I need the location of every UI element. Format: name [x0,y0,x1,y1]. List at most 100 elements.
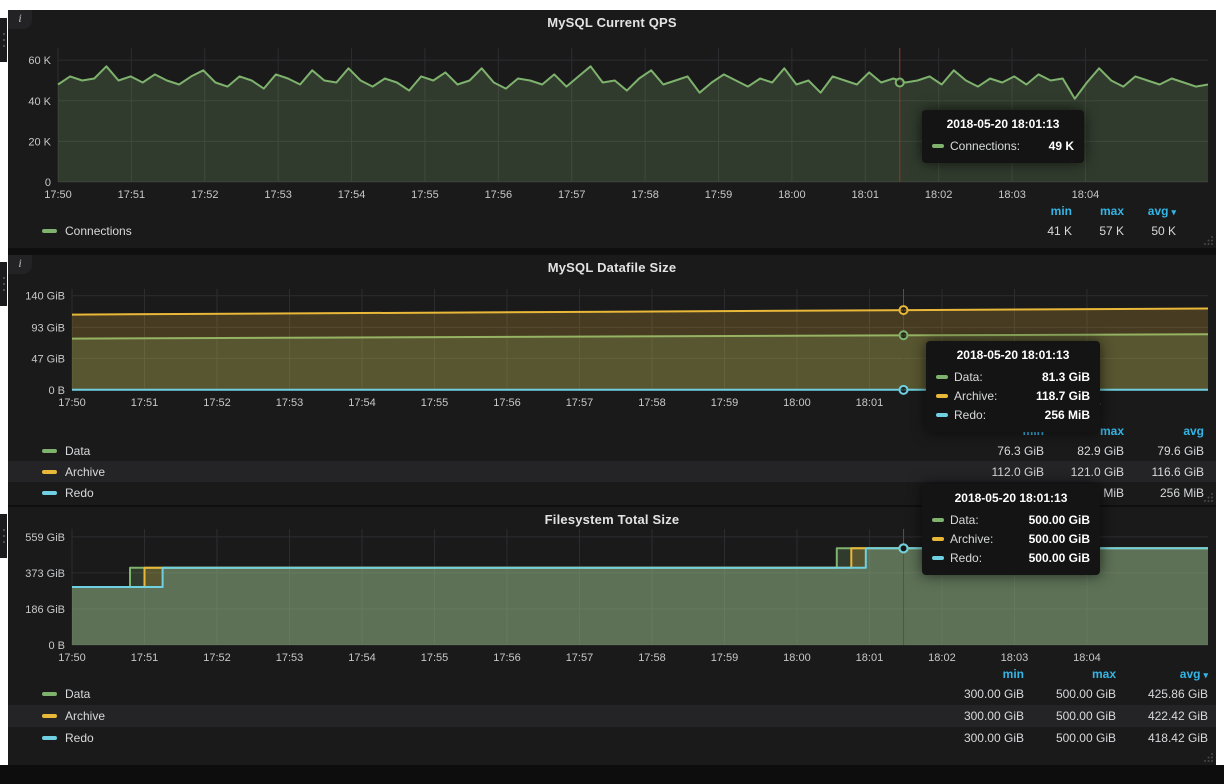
series-color-dash-icon[interactable] [42,449,57,453]
series-color-dash-icon [932,518,944,522]
legend-series-name[interactable]: Redo [65,486,94,500]
x-axis-tick-label: 17:51 [131,652,159,664]
x-axis-tick-label: 17:52 [191,189,219,201]
legend-header-avg[interactable]: avg [1124,424,1204,438]
x-axis-tick-label: 18:03 [998,189,1026,201]
row-drag-handle[interactable] [0,262,7,306]
legend-min-value: 300.00 GiB [932,709,1024,723]
legend-series-name[interactable]: Archive [65,465,105,479]
series-color-dash-icon [932,537,944,541]
graph-tooltip: 2018-05-20 18:01:13Data:81.3 GiBArchive:… [926,341,1100,432]
legend-avg-value: 50 K [1124,224,1176,238]
legend-header-max[interactable]: max [1072,204,1124,218]
x-axis-tick-label: 18:02 [928,652,956,664]
legend-max-value: 121.0 GiB [1044,465,1124,479]
crosshair-marker [896,79,904,87]
tooltip-series-row: Archive:118.7 GiB [936,386,1090,405]
legend-avg-value: 422.42 GiB [1116,709,1208,723]
tooltip-series-name: Redo: [954,408,986,422]
legend-series-name[interactable]: Redo [65,731,94,745]
tooltip-series-row: Redo: 256 MiB [936,405,1090,424]
legend-avg-value: 256 MiB [1124,486,1204,500]
tooltip-series-name: Archive: [954,389,997,403]
x-axis-tick-label: 17:55 [411,189,439,201]
y-axis-tick-label: 140 GiB [25,291,65,303]
x-axis-tick-label: 17:59 [705,189,733,201]
tooltip-series-value: 49 K [1035,139,1074,153]
panel-resize-grip-icon[interactable] [1203,492,1214,503]
panel-resize-grip-icon[interactable] [1203,235,1214,246]
legend-max-value: 500.00 GiB [1024,709,1116,723]
legend-series-name[interactable]: Data [65,687,90,701]
series-color-dash-icon[interactable] [42,736,57,740]
legend-header-min[interactable]: min [1020,204,1072,218]
tooltip-series-name: Connections: [950,139,1020,153]
dashboard-footer-strip [0,765,1224,784]
y-axis-tick-label: 47 GiB [31,353,65,365]
y-axis-tick-label: 0 B [48,640,65,652]
legend-avg-value: 79.6 GiB [1124,444,1204,458]
legend-header-max[interactable]: max [1024,667,1116,681]
x-axis-tick-label: 18:01 [856,652,884,664]
legend-max-value: 57 K [1072,224,1124,238]
series-color-dash-icon[interactable] [42,491,57,495]
legend-series-name[interactable]: Archive [65,709,105,723]
legend-max-value: 82.9 GiB [1044,444,1124,458]
x-axis-tick-label: 18:02 [925,189,953,201]
panel-resize-grip-icon[interactable] [1203,752,1214,763]
legend-row-data: Data 300.00 GiB500.00 GiB425.86 GiB [8,683,1216,705]
sort-caret-icon: ▾ [1203,670,1208,680]
x-axis-tick-label: 17:53 [276,397,304,409]
crosshair-marker [900,306,908,314]
tooltip-series-name: Data: [950,513,979,527]
legend-avg-value: 425.86 GiB [1116,687,1208,701]
legend-row-data: Data 76.3 GiB82.9 GiB79.6 GiB [8,440,1216,461]
legend-row-archive: Archive112.0 GiB121.0 GiB116.6 GiB [8,461,1216,482]
graph-tooltip: 2018-05-20 18:01:13Connections:49 K [922,110,1084,163]
y-axis-tick-label: 0 [45,177,51,189]
x-axis-tick-label: 17:50 [58,652,86,664]
series-color-dash-icon[interactable] [42,229,57,233]
tooltip-series-value: 256 MiB [1031,408,1090,422]
x-axis-tick-label: 17:50 [44,189,72,201]
x-axis-tick-label: 18:04 [1073,652,1101,664]
series-color-dash-icon[interactable] [42,692,57,696]
series-color-dash-icon[interactable] [42,470,57,474]
legend-max-value: 500.00 GiB [1024,687,1116,701]
graph-tooltip: 2018-05-20 18:01:13Data:500.00 GiBArchiv… [922,484,1100,575]
x-axis-tick-label: 17:58 [638,397,666,409]
legend-header-avg[interactable]: avg▾ [1124,204,1176,218]
y-axis-tick-label: 40 K [28,96,51,108]
x-axis-tick-label: 18:00 [783,652,811,664]
crosshair-marker [900,386,908,394]
legend-row-archive: Archive 300.00 GiB500.00 GiB422.42 GiB [8,705,1216,727]
tooltip-series-row: Data:81.3 GiB [936,367,1090,386]
y-axis-tick-label: 559 GiB [25,532,65,544]
row-drag-handle[interactable] [0,18,7,62]
row-drag-handle[interactable] [0,514,7,558]
series-color-dash-icon [936,413,948,417]
x-axis-tick-label: 17:51 [118,189,146,201]
x-axis-tick-label: 17:54 [348,397,376,409]
x-axis-tick-label: 17:57 [558,189,586,201]
x-axis-tick-label: 17:57 [566,652,594,664]
x-axis-tick-label: 17:55 [421,652,449,664]
x-axis-tick-label: 17:58 [638,652,666,664]
legend-min-value: 76.3 GiB [964,444,1044,458]
legend-series-name[interactable]: Data [65,444,90,458]
legend-header-min[interactable]: min [932,667,1024,681]
tooltip-series-row: Archive:500.00 GiB [932,529,1090,548]
y-axis-tick-label: 0 B [48,385,65,397]
series-color-dash-icon[interactable] [42,714,57,718]
tooltip-series-value: 500.00 GiB [1015,532,1090,546]
x-axis-tick-label: 18:00 [778,189,806,201]
x-axis-tick-label: 17:52 [203,397,231,409]
legend-min-value: 300.00 GiB [932,687,1024,701]
tooltip-series-row: Connections: 49 K [932,136,1074,155]
legend-series-name[interactable]: Connections [65,224,132,238]
x-axis-tick-label: 17:53 [276,652,304,664]
x-axis-tick-label: 17:59 [711,397,739,409]
x-axis-tick-label: 17:54 [348,652,376,664]
x-axis-tick-label: 18:01 [852,189,880,201]
legend-header-avg[interactable]: avg▾ [1116,667,1208,681]
